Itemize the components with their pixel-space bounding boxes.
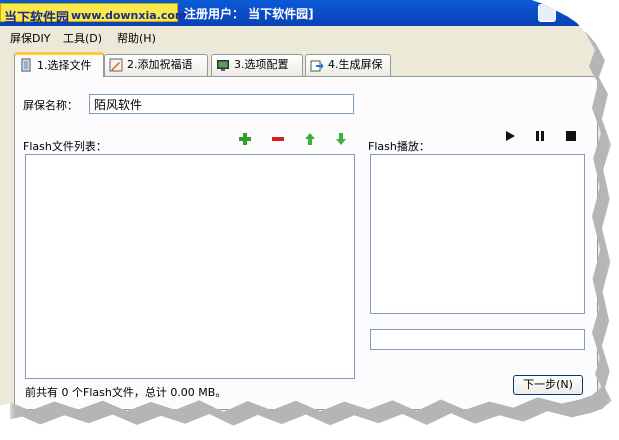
window-title: 注册用户： 当下软件园]: [184, 7, 314, 21]
add-icon[interactable]: [238, 132, 252, 146]
flash-list-status: 前共有 0 个Flash文件，总计 0.00 MB。: [25, 386, 227, 399]
watermark-url: www.downxia.com: [71, 9, 187, 22]
tab-label: 4.生成屏保: [328, 58, 383, 71]
move-down-icon[interactable]: [334, 132, 348, 146]
minimize-button[interactable]: [538, 4, 556, 22]
flash-list-label: Flash文件列表：: [23, 140, 107, 153]
tab-add-greeting[interactable]: 2.添加祝福语: [104, 54, 208, 76]
stop-icon[interactable]: [564, 129, 578, 143]
monitor-icon: [216, 58, 230, 72]
tab-label: 1.选择文件: [37, 59, 92, 72]
document-icon: [19, 58, 33, 72]
export-icon: [310, 58, 324, 72]
screensaver-name-input[interactable]: [89, 94, 354, 114]
menu-item-tools[interactable]: 工具(D): [63, 30, 102, 46]
tab-select-file[interactable]: 1.选择文件: [14, 52, 104, 77]
tab-panel: 屏保名称： Flash文件列表： Flash播放： 前共有 0 个Flash文件…: [14, 76, 598, 410]
menu-item-help[interactable]: 帮助(H): [117, 30, 156, 46]
title-bar[interactable]: 当下软件园 www.downxia.com 注册用户： 当下软件园]: [0, 0, 602, 26]
tab-generate[interactable]: 4.生成屏保: [305, 54, 391, 76]
menu-item-diy[interactable]: 屏保DIY: [10, 30, 50, 46]
pause-icon[interactable]: [533, 129, 547, 143]
tab-label: 2.添加祝福语: [127, 58, 193, 71]
watermark-banner: 当下软件园 www.downxia.com: [0, 3, 186, 26]
app-window: 当下软件园 www.downxia.com 注册用户： 当下软件园] 屏保DIY…: [0, 0, 602, 412]
menu-bar: 屏保DIY 工具(D) 帮助(H): [0, 27, 602, 46]
move-up-icon[interactable]: [303, 132, 317, 146]
flash-path-field[interactable]: [370, 329, 585, 350]
screensaver-name-label: 屏保名称：: [23, 99, 78, 112]
watermark-brand: 当下软件园: [4, 11, 70, 26]
flash-player-label: Flash播放：: [368, 140, 430, 153]
flash-file-list[interactable]: [25, 154, 355, 379]
tab-label: 3.选项配置: [234, 58, 289, 71]
tab-options[interactable]: 3.选项配置: [211, 54, 303, 76]
pencil-icon: [109, 58, 123, 72]
play-icon[interactable]: [503, 129, 517, 143]
flash-preview-area: [370, 154, 585, 314]
remove-icon[interactable]: [271, 132, 285, 146]
next-button[interactable]: 下一步(N): [513, 375, 583, 395]
